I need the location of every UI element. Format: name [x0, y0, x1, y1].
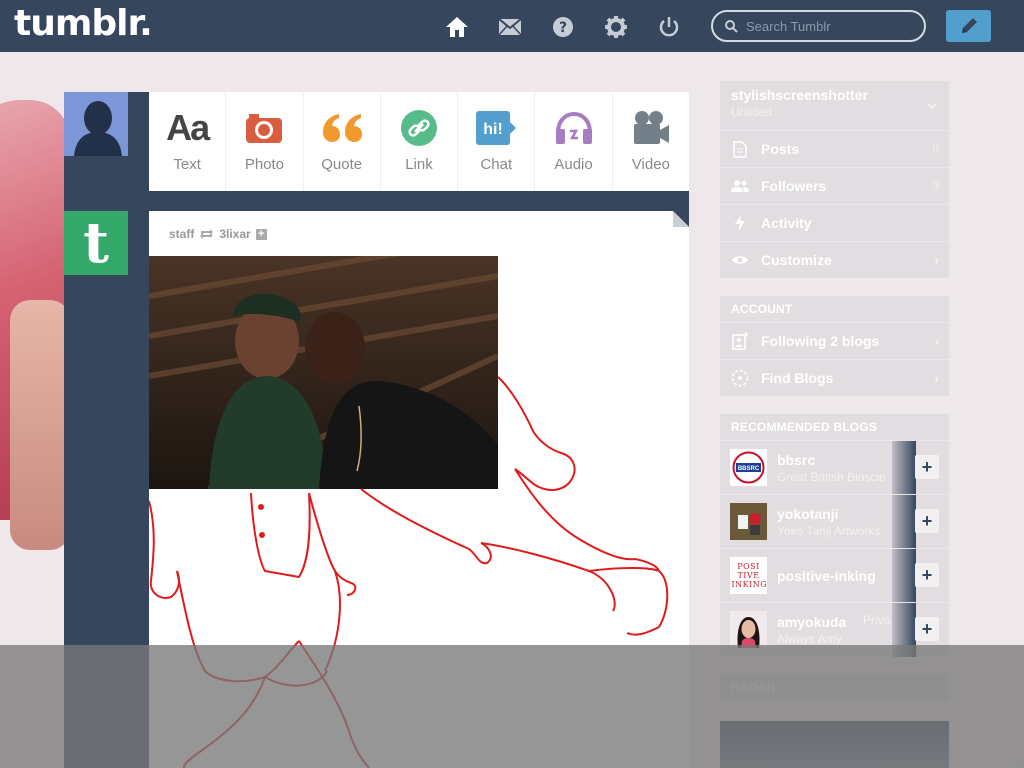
private-label: Priva: [863, 613, 891, 627]
follow-blog-button[interactable]: +: [915, 617, 939, 641]
recommended-header: RECOMMENDED BLOGS: [731, 420, 878, 434]
post-type-chat[interactable]: hi! Chat: [458, 92, 536, 191]
sidebar-item-activity[interactable]: Activity: [720, 204, 949, 241]
post-type-link[interactable]: Link: [381, 92, 459, 191]
reblog-icon: [200, 229, 214, 239]
blog-subtitle: Untitled: [731, 105, 772, 119]
blog-avatar: POSI TIVE INKING: [730, 557, 767, 594]
blog-menu: stylishscreenshotter Untitled Posts 0 Fo…: [720, 81, 949, 278]
follow-blog-button[interactable]: +: [915, 563, 939, 587]
chevron-right-icon: ›: [934, 370, 939, 386]
background-photo: [0, 100, 72, 768]
top-navigation-bar: tumblr. ?: [0, 0, 1024, 52]
follow-blog-button[interactable]: +: [255, 228, 267, 240]
recommended-blog-amyokuda[interactable]: amyokuda Always Amy Priva +: [720, 602, 949, 657]
compose-post-button[interactable]: [946, 10, 991, 42]
tumblr-blog-avatar[interactable]: t: [64, 210, 128, 276]
radar-image[interactable]: [720, 721, 949, 768]
post-type-bar: Aa Text Photo Quote Link hi! Chat Audio: [149, 92, 689, 191]
blog-avatar: BBSRC: [730, 449, 767, 486]
post-type-video[interactable]: Video: [613, 92, 689, 191]
search-box[interactable]: [711, 10, 926, 42]
search-input[interactable]: [746, 18, 916, 34]
eye-icon: [731, 254, 749, 266]
sidebar-item-posts[interactable]: Posts 0: [720, 130, 949, 167]
recommended-blog-positive-inking[interactable]: POSI TIVE INKING positive-inking +: [720, 548, 949, 603]
recommended-blog-yokotanji[interactable]: yokotanji Yoko Tanji Artworks +: [720, 494, 949, 549]
dashboard-rail: [64, 92, 149, 768]
post-type-audio[interactable]: Audio: [535, 92, 613, 191]
help-icon[interactable]: ?: [550, 14, 576, 40]
video-camera-icon: [632, 108, 670, 148]
recommended-blogs: RECOMMENDED BLOGS BBSRC bbsrc Great Brit…: [720, 414, 949, 657]
radar-section: RADAR: [720, 674, 949, 700]
sidebar-item-find-blogs[interactable]: Find Blogs ›: [720, 359, 949, 396]
followers-count: 3: [932, 179, 939, 193]
post-type-quote[interactable]: Quote: [304, 92, 381, 191]
sidebar-item-customize[interactable]: Customize ›: [720, 241, 949, 278]
post-divider: [149, 191, 689, 211]
reblogged-from-link[interactable]: 3lixar: [219, 227, 250, 241]
svg-text:BBSRC: BBSRC: [738, 466, 760, 472]
svg-text:?: ?: [559, 20, 567, 36]
tumblr-logo[interactable]: tumblr.: [14, 3, 153, 44]
account-header: ACCOUNT: [731, 302, 793, 316]
search-icon: [725, 19, 738, 33]
chevron-right-icon: ›: [934, 333, 939, 349]
sidebar-item-following[interactable]: Following 2 blogs ›: [720, 322, 949, 359]
chevron-down-icon: [927, 103, 937, 110]
gear-icon[interactable]: [603, 14, 629, 40]
blog-avatar: [730, 503, 767, 540]
activity-icon: [731, 214, 749, 232]
chat-icon: hi!: [475, 108, 517, 148]
red-line-drawing: [149, 376, 669, 768]
mail-icon[interactable]: [497, 14, 523, 40]
recommended-blog-bbsrc[interactable]: BBSRC bbsrc Great British Bioscie +: [720, 440, 949, 495]
follow-blog-button[interactable]: +: [915, 455, 939, 479]
post-header: staff 3lixar +: [169, 227, 267, 241]
posts-icon: [731, 140, 749, 158]
follow-blog-button[interactable]: +: [915, 509, 939, 533]
blog-avatar: [730, 611, 767, 648]
radar-header: RADAR: [731, 680, 776, 694]
camera-icon: [245, 108, 283, 148]
blog-selector[interactable]: stylishscreenshotter Untitled: [720, 81, 949, 130]
post-author-link[interactable]: staff: [169, 227, 194, 241]
svg-text:hi!: hi!: [483, 121, 503, 138]
account-menu: ACCOUNT Following 2 blogs › Find Blogs ›: [720, 296, 949, 396]
sidebar-item-followers[interactable]: Followers 3: [720, 167, 949, 204]
quote-icon: [321, 108, 363, 148]
blog-name: stylishscreenshotter: [731, 87, 868, 103]
link-icon: [400, 108, 438, 148]
post-type-photo[interactable]: Photo: [226, 92, 304, 191]
posts-count: 0: [932, 142, 939, 156]
user-avatar[interactable]: [64, 92, 128, 156]
following-icon: [731, 332, 749, 350]
post-type-text[interactable]: Aa Text: [149, 92, 227, 191]
followers-icon: [731, 179, 749, 193]
chevron-right-icon: ›: [934, 252, 939, 268]
compass-icon: [731, 369, 749, 387]
home-icon[interactable]: [444, 14, 470, 40]
dashboard-post: staff 3lixar +: [149, 211, 689, 768]
text-icon: Aa: [166, 107, 210, 148]
post-corner-fold: [673, 211, 689, 227]
power-icon[interactable]: [656, 14, 682, 40]
pencil-icon: [961, 18, 977, 33]
headphones-icon: [554, 108, 594, 148]
